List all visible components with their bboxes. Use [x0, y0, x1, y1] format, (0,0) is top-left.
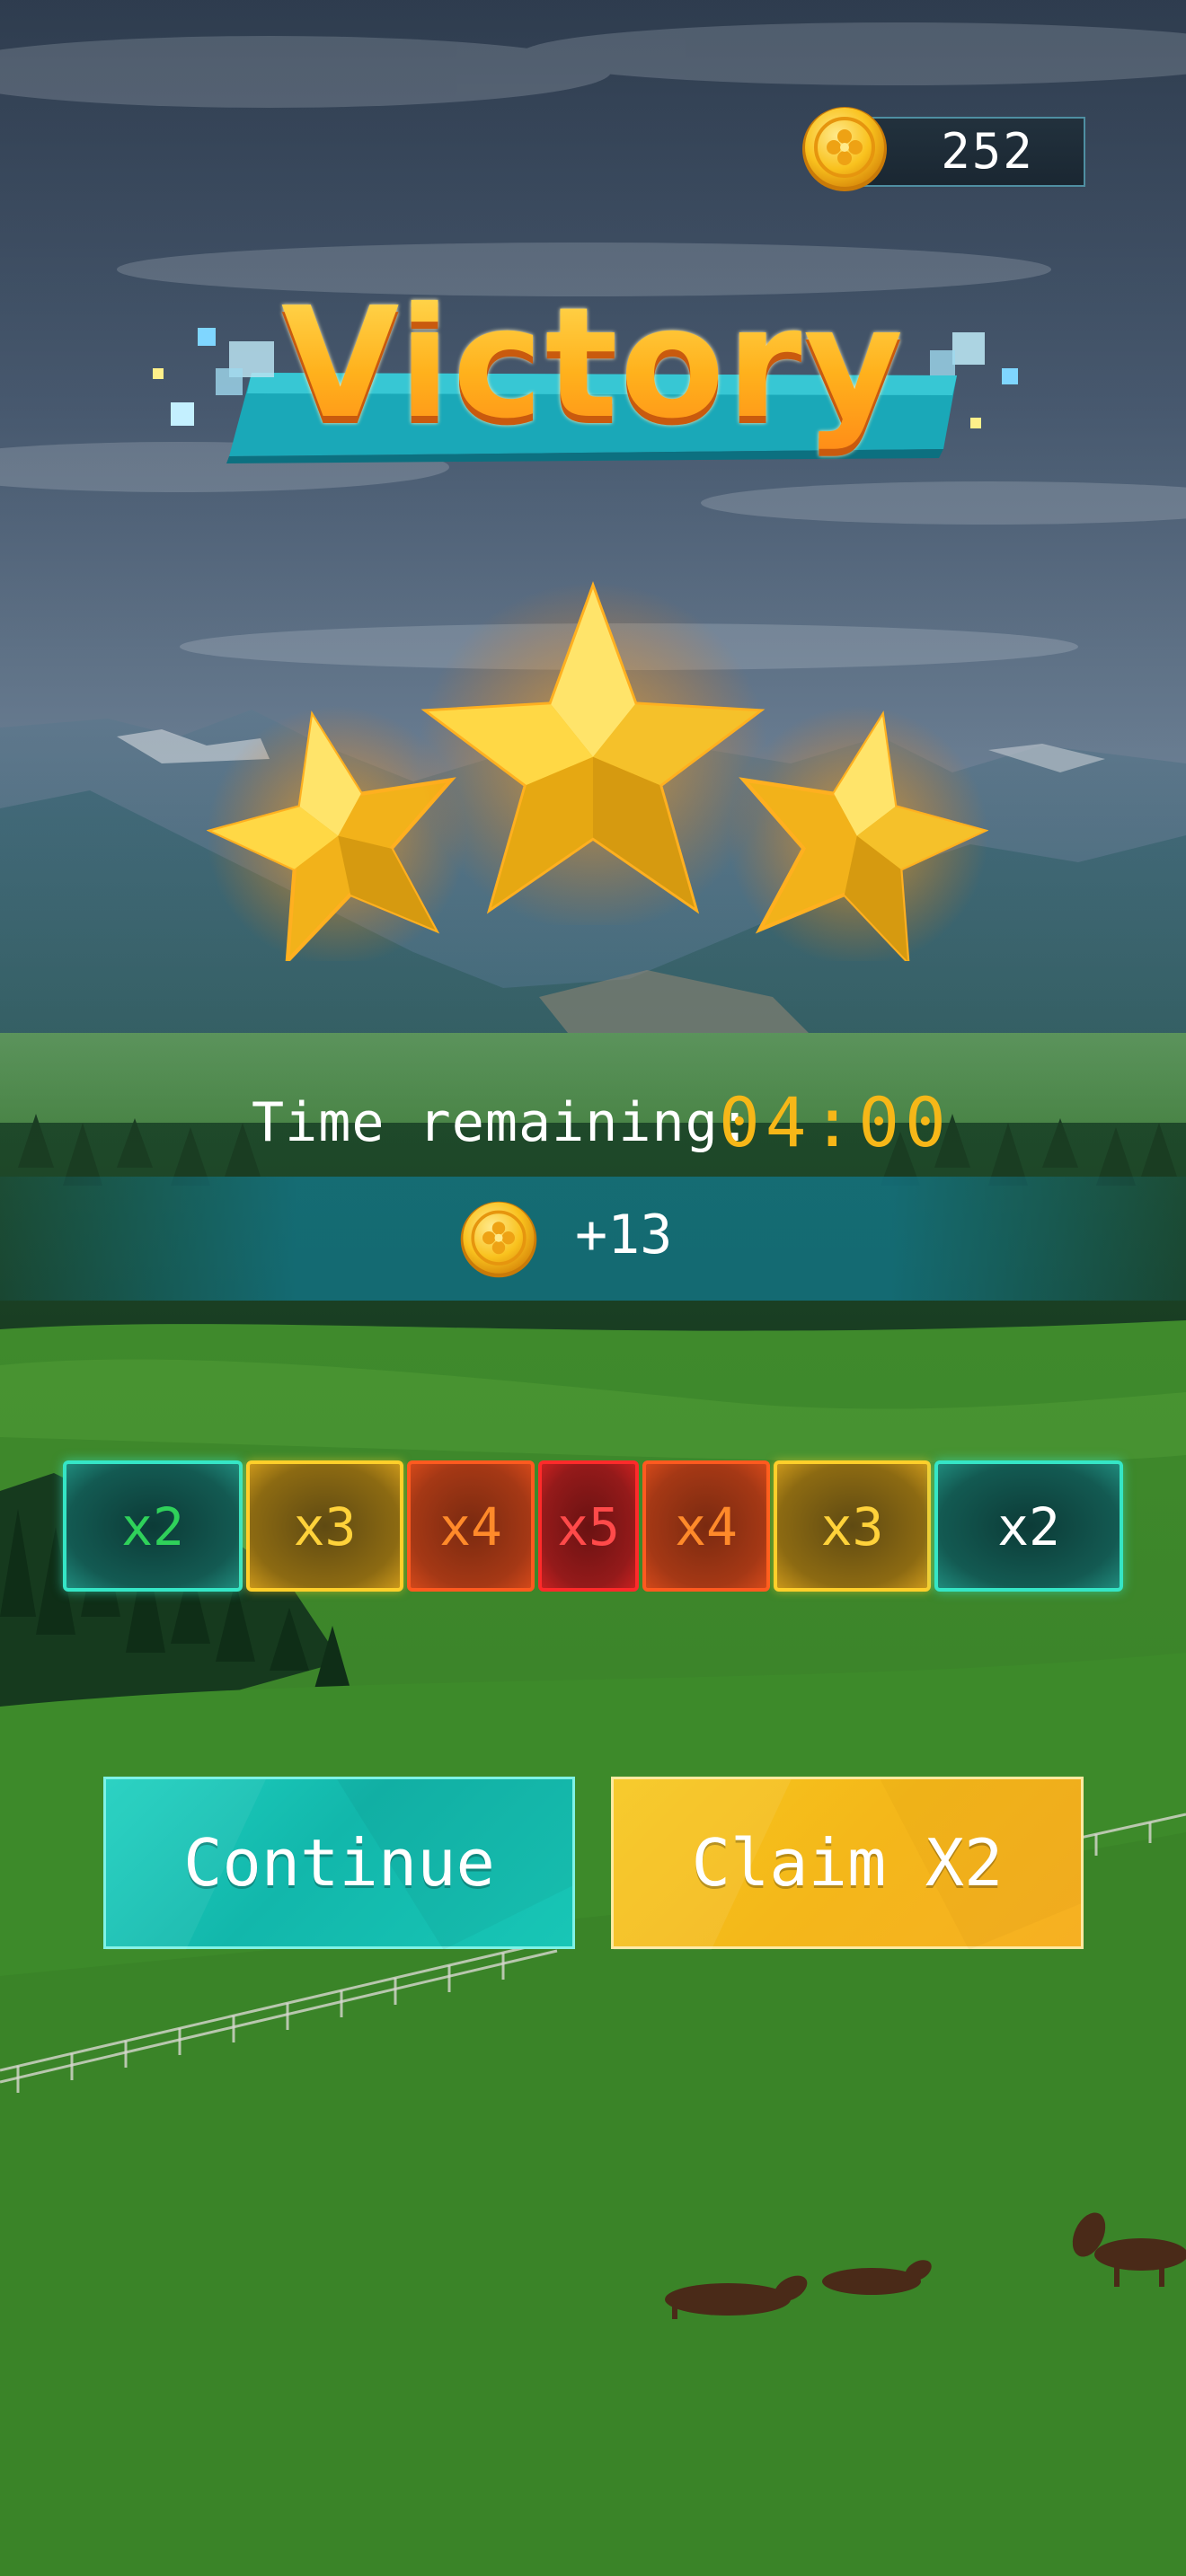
multiplier-x3-right: x3 — [774, 1460, 931, 1592]
multiplier-x4-left: x4 — [407, 1460, 535, 1592]
victory-banner: Victory — [144, 269, 1042, 485]
multiplier-x5: x5 — [538, 1460, 639, 1592]
multiplier-x2-right: x2 — [934, 1460, 1123, 1592]
coin-icon — [802, 107, 887, 191]
star-rating — [0, 557, 1186, 979]
coin-icon — [460, 1201, 537, 1278]
star-icon-right — [728, 705, 988, 961]
coin-counter: 252 — [800, 101, 1096, 199]
coin-reward-band: +13 — [0, 1177, 1186, 1301]
claim-x2-button-label: Claim X2 — [691, 1825, 1004, 1901]
multiplier-x2-left: x2 — [63, 1460, 243, 1592]
coin-reward-value: +13 — [575, 1204, 673, 1266]
time-remaining-value: 04:00 — [719, 1082, 951, 1162]
time-remaining-label: Time remaining: — [252, 1091, 752, 1154]
continue-button[interactable]: Continue — [103, 1777, 575, 1950]
multiplier-bar: x2 x3 x4 x5 x4 x3 x2 — [63, 1460, 1123, 1592]
multiplier-x3-left: x3 — [246, 1460, 403, 1592]
time-remaining: Time remaining: 04:00 — [0, 1082, 1186, 1163]
claim-x2-button[interactable]: Claim X2 — [611, 1777, 1084, 1950]
star-icon-center — [418, 581, 768, 925]
victory-title: Victory — [144, 269, 1042, 458]
continue-button-label: Continue — [183, 1825, 495, 1901]
multiplier-x4-right: x4 — [642, 1460, 770, 1592]
